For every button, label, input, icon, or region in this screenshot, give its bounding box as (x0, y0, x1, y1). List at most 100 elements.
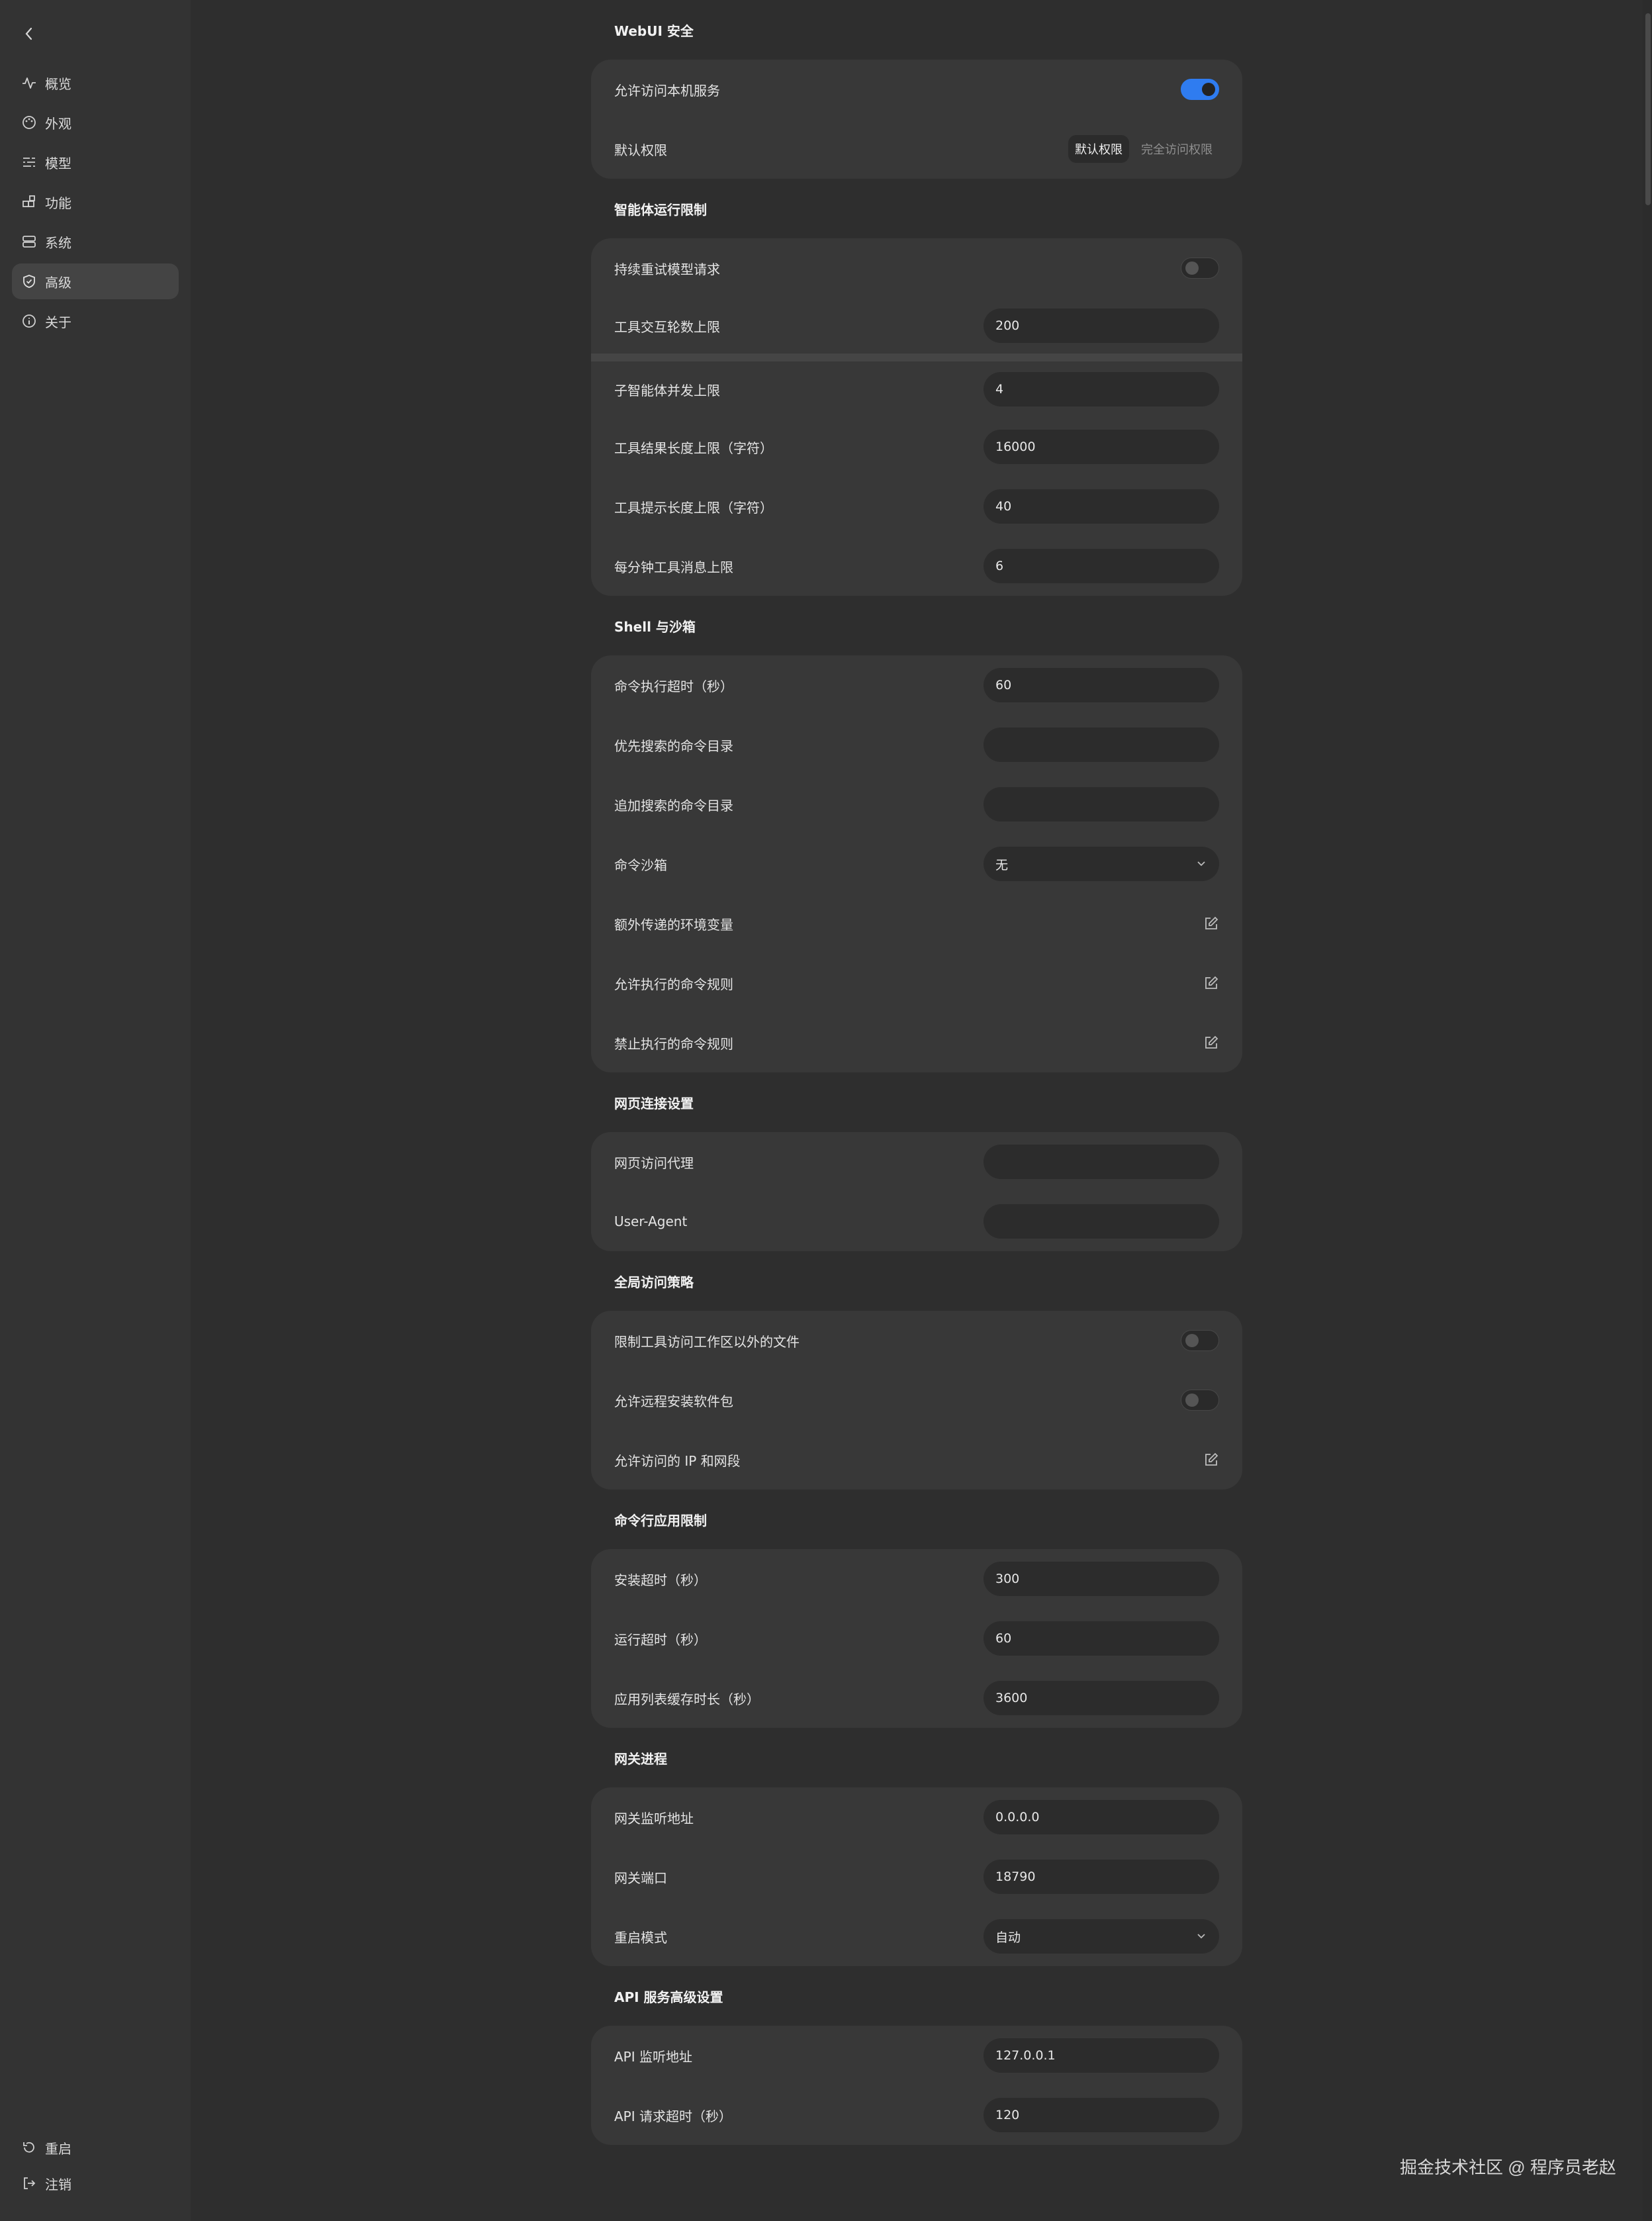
api-listen-input[interactable]: 127.0.0.1 (984, 2038, 1219, 2073)
logout-button[interactable]: 注销 (12, 2166, 179, 2200)
divider (591, 354, 1242, 361)
setting-label: API 监听地址 (614, 2048, 692, 2065)
edit-icon[interactable] (1203, 1035, 1219, 1051)
sidebar-item-advanced[interactable]: 高级 (12, 263, 179, 299)
restrict-files-toggle[interactable] (1181, 1330, 1219, 1351)
setting-label: 工具结果长度上限（字符） (614, 440, 773, 456)
chevron-down-icon (1197, 861, 1205, 867)
sidebar-item-label: 高级 (45, 274, 71, 291)
sidebar-item-about[interactable]: 关于 (12, 303, 179, 339)
tool-rounds-input[interactable]: 200 (984, 308, 1219, 343)
scrollbar[interactable] (1643, 0, 1652, 2221)
install-timeout-input[interactable]: 300 (984, 1562, 1219, 1596)
scrollbar-thumb[interactable] (1645, 13, 1651, 205)
setting-row: 应用列表缓存时长（秒） 3600 (591, 1668, 1242, 1728)
edit-icon[interactable] (1203, 916, 1219, 931)
edit-icon[interactable] (1203, 975, 1219, 991)
sidebar-item-label: 功能 (45, 195, 71, 211)
run-timeout-input[interactable]: 60 (984, 1621, 1219, 1656)
edit-icon[interactable] (1203, 1452, 1219, 1468)
setting-row: 工具提示长度上限（字符） 40 (591, 477, 1242, 536)
restart-mode-value: 自动 (995, 1930, 1021, 1945)
setting-row: 禁止执行的命令规则 (591, 1013, 1242, 1072)
cache-ttl-input[interactable]: 3600 (984, 1681, 1219, 1715)
info-icon (23, 314, 36, 328)
restart-mode-select[interactable]: 自动 (984, 1919, 1219, 1954)
sidebar-item-features[interactable]: 功能 (12, 184, 179, 220)
retry-toggle[interactable] (1181, 258, 1219, 279)
setting-row: 运行超时（秒） 60 (591, 1609, 1242, 1668)
setting-row: 追加搜索的命令目录 (591, 775, 1242, 834)
tool-messages-per-minute-input[interactable]: 6 (984, 549, 1219, 583)
segment-full-permission[interactable]: 完全访问权限 (1134, 135, 1219, 163)
api-timeout-input[interactable]: 120 (984, 2098, 1219, 2132)
sidebar-item-appearance[interactable]: 外观 (12, 105, 179, 140)
back-button[interactable] (20, 23, 38, 45)
setting-label: 重启模式 (614, 1929, 667, 1946)
web-proxy-input[interactable] (984, 1145, 1219, 1179)
tool-hint-length-input[interactable]: 40 (984, 489, 1219, 524)
logout-icon (24, 2177, 36, 2189)
setting-row: 优先搜索的命令目录 (591, 715, 1242, 775)
setting-row: 限制工具访问工作区以外的文件 (591, 1311, 1242, 1370)
restart-button[interactable]: 重启 (12, 2130, 179, 2165)
sandbox-select[interactable]: 无 (984, 847, 1219, 881)
settings-main: WebUI 安全 允许访问本机服务 默认权限 默认权限 完全访问权限 智能体运行… (591, 0, 1242, 2145)
setting-label: 命令执行超时（秒） (614, 678, 733, 694)
sub-agents-input[interactable]: 4 (984, 372, 1219, 406)
remote-install-toggle[interactable] (1181, 1390, 1219, 1411)
setting-row: 命令执行超时（秒） 60 (591, 655, 1242, 715)
sidebar-bottom: 重启 注销 (12, 2130, 179, 2202)
setting-label: 网关监听地址 (614, 1810, 694, 1826)
setting-row: 持续重试模型请求 (591, 238, 1242, 298)
gateway-listen-input[interactable]: 0.0.0.0 (984, 1800, 1219, 1834)
command-timeout-input[interactable]: 60 (984, 668, 1219, 702)
section-title-shell: Shell 与沙箱 (614, 618, 696, 635)
sidebar-item-overview[interactable]: 概览 (12, 65, 179, 101)
setting-label: 限制工具访问工作区以外的文件 (614, 1333, 800, 1350)
extra-dirs-input[interactable] (984, 787, 1219, 822)
setting-row: 命令沙箱 无 (591, 834, 1242, 894)
setting-label: 安装超时（秒） (614, 1572, 707, 1588)
sliders-icon (23, 157, 35, 167)
setting-label: 额外传递的环境变量 (614, 916, 733, 933)
setting-row: 网关端口 18790 (591, 1847, 1242, 1907)
setting-label: 允许执行的命令规则 (614, 976, 733, 992)
card-api: API 监听地址 127.0.0.1 API 请求超时（秒） 120 (591, 2026, 1242, 2145)
setting-label: 允许访问本机服务 (614, 82, 720, 99)
sidebar-item-system[interactable]: 系统 (12, 224, 179, 260)
prefer-dirs-input[interactable] (984, 728, 1219, 762)
setting-label: 命令沙箱 (614, 857, 667, 873)
setting-row: 每分钟工具消息上限 6 (591, 536, 1242, 596)
sidebar-item-models[interactable]: 模型 (12, 144, 179, 180)
setting-label: 子智能体并发上限 (614, 382, 720, 399)
gateway-port-input[interactable]: 18790 (984, 1860, 1219, 1894)
card-cli: 安装超时（秒） 300 运行超时（秒） 60 应用列表缓存时长（秒） 3600 (591, 1549, 1242, 1728)
setting-label: 允许访问的 IP 和网段 (614, 1452, 741, 1469)
setting-label: 禁止执行的命令规则 (614, 1035, 733, 1052)
allow-local-toggle[interactable] (1181, 79, 1219, 100)
blocks-icon (23, 195, 35, 207)
sidebar-item-label: 关于 (45, 314, 71, 330)
user-agent-input[interactable] (984, 1204, 1219, 1239)
setting-row: API 请求超时（秒） 120 (591, 2085, 1242, 2145)
card-web: 网页访问代理 User-Agent (591, 1132, 1242, 1251)
setting-row: 额外传递的环境变量 (591, 894, 1242, 953)
setting-label: 网页访问代理 (614, 1155, 694, 1171)
sidebar: 概览 外观 模型 功能 系统 高级 关于 重启 注销 (0, 0, 191, 2221)
activity-icon (23, 77, 36, 89)
setting-row: 网关监听地址 0.0.0.0 (591, 1787, 1242, 1847)
chevron-down-icon (1197, 1934, 1205, 1939)
sidebar-nav: 概览 外观 模型 功能 系统 高级 关于 (12, 65, 179, 343)
setting-label: API 请求超时（秒） (614, 2108, 732, 2124)
setting-label: 默认权限 (614, 142, 667, 158)
segment-default-permission[interactable]: 默认权限 (1068, 135, 1129, 163)
sidebar-item-label: 系统 (45, 234, 71, 251)
setting-row: 子智能体并发上限 4 (591, 361, 1242, 417)
sidebar-item-label: 概览 (45, 75, 71, 92)
setting-row: 允许访问的 IP 和网段 (591, 1430, 1242, 1489)
section-title-global: 全局访问策略 (614, 1274, 694, 1290)
setting-row: 工具交互轮数上限 200 (591, 298, 1242, 354)
tool-result-length-input[interactable]: 16000 (984, 430, 1219, 464)
setting-row: 网页访问代理 (591, 1132, 1242, 1192)
